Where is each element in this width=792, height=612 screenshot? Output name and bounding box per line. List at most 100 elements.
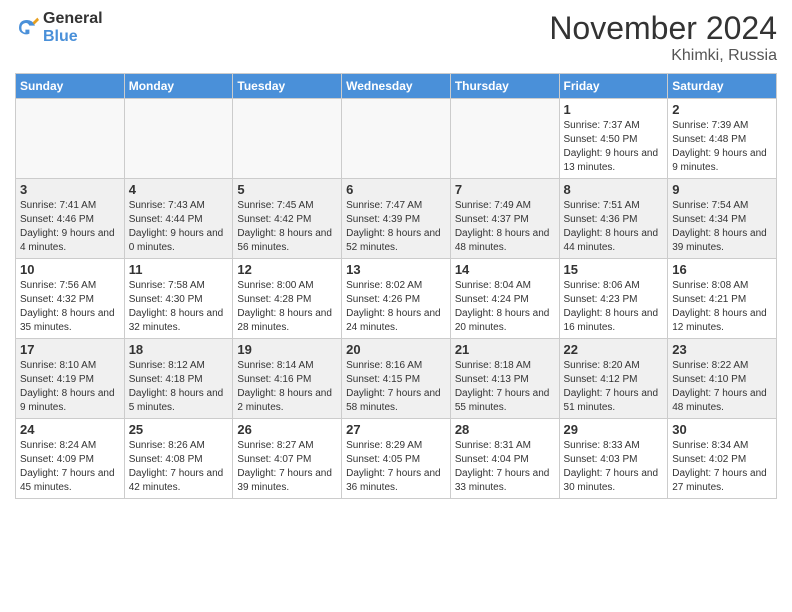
logo: General Blue: [15, 10, 103, 46]
day-number: 23: [672, 342, 772, 357]
table-row: 8 Sunrise: 7:51 AM Sunset: 4:36 PM Daylig…: [559, 179, 668, 259]
table-row: 21 Sunrise: 8:18 AM Sunset: 4:13 PM Dayli…: [450, 339, 559, 419]
day-info: Sunrise: 8:14 AM Sunset: 4:16 PM Dayligh…: [237, 359, 337, 415]
col-sunday: Sunday: [16, 74, 125, 99]
col-tuesday: Tuesday: [233, 74, 342, 99]
day-number: 26: [237, 422, 337, 437]
table-row: 2 Sunrise: 7:39 AM Sunset: 4:48 PM Daylig…: [668, 99, 777, 179]
table-row: 24 Sunrise: 8:24 AM Sunset: 4:09 PM Dayli…: [16, 419, 125, 499]
table-row: 4 Sunrise: 7:43 AM Sunset: 4:44 PM Daylig…: [124, 179, 233, 259]
logo-icon: [15, 16, 39, 40]
day-info: Sunrise: 8:31 AM Sunset: 4:04 PM Dayligh…: [455, 439, 555, 495]
day-number: 7: [455, 182, 555, 197]
day-number: 21: [455, 342, 555, 357]
table-row: 25 Sunrise: 8:26 AM Sunset: 4:08 PM Dayli…: [124, 419, 233, 499]
table-row: 6 Sunrise: 7:47 AM Sunset: 4:39 PM Daylig…: [342, 179, 451, 259]
col-thursday: Thursday: [450, 74, 559, 99]
table-row: 26 Sunrise: 8:27 AM Sunset: 4:07 PM Dayli…: [233, 419, 342, 499]
table-row: 20Sunrise: 8:16 AM Sunset: 4:15 PM Dayli…: [342, 339, 451, 419]
day-number: 29: [564, 422, 664, 437]
day-number: 30: [672, 422, 772, 437]
day-number: 10: [20, 262, 120, 277]
header: General Blue November 2024 Khimki, Russi…: [15, 10, 777, 65]
calendar-table: Sunday Monday Tuesday Wednesday Thursday…: [15, 73, 777, 499]
table-row: [124, 99, 233, 179]
day-number: 13: [346, 262, 446, 277]
day-info: Sunrise: 7:56 AM Sunset: 4:32 PM Dayligh…: [20, 279, 120, 335]
day-number: 25: [129, 422, 229, 437]
day-info: Sunrise: 8:04 AM Sunset: 4:24 PM Dayligh…: [455, 279, 555, 335]
day-number: 27: [346, 422, 446, 437]
day-number: 18: [129, 342, 229, 357]
table-row: 16Sunrise: 8:08 AM Sunset: 4:21 PM Dayli…: [668, 259, 777, 339]
day-info: Sunrise: 7:51 AM Sunset: 4:36 PM Dayligh…: [564, 199, 664, 255]
day-info: Sunrise: 8:27 AM Sunset: 4:07 PM Dayligh…: [237, 439, 337, 495]
table-row: 9Sunrise: 7:54 AM Sunset: 4:34 PM Daylig…: [668, 179, 777, 259]
table-row: 18 Sunrise: 8:12 AM Sunset: 4:18 PM Dayli…: [124, 339, 233, 419]
calendar-week-5: 24 Sunrise: 8:24 AM Sunset: 4:09 PM Dayli…: [16, 419, 777, 499]
calendar-week-4: 17 Sunrise: 8:10 AM Sunset: 4:19 PM Dayli…: [16, 339, 777, 419]
day-number: 2: [672, 102, 772, 117]
col-saturday: Saturday: [668, 74, 777, 99]
day-info: Sunrise: 7:39 AM Sunset: 4:48 PM Dayligh…: [672, 119, 772, 175]
calendar-week-1: 1 Sunrise: 7:37 AM Sunset: 4:50 PM Daylig…: [16, 99, 777, 179]
table-row: 17 Sunrise: 8:10 AM Sunset: 4:19 PM Dayli…: [16, 339, 125, 419]
day-info: Sunrise: 7:54 AM Sunset: 4:34 PM Dayligh…: [672, 199, 772, 255]
day-info: Sunrise: 7:49 AM Sunset: 4:37 PM Dayligh…: [455, 199, 555, 255]
day-info: Sunrise: 8:24 AM Sunset: 4:09 PM Dayligh…: [20, 439, 120, 495]
day-info: Sunrise: 8:18 AM Sunset: 4:13 PM Dayligh…: [455, 359, 555, 415]
col-wednesday: Wednesday: [342, 74, 451, 99]
logo-text: General Blue: [43, 10, 103, 46]
day-info: Sunrise: 7:37 AM Sunset: 4:50 PM Dayligh…: [564, 119, 664, 175]
day-info: Sunrise: 7:43 AM Sunset: 4:44 PM Dayligh…: [129, 199, 229, 255]
day-number: 14: [455, 262, 555, 277]
day-info: Sunrise: 8:29 AM Sunset: 4:05 PM Dayligh…: [346, 439, 446, 495]
day-number: 17: [20, 342, 120, 357]
day-info: Sunrise: 7:41 AM Sunset: 4:46 PM Dayligh…: [20, 199, 120, 255]
day-info: Sunrise: 8:26 AM Sunset: 4:08 PM Dayligh…: [129, 439, 229, 495]
table-row: [16, 99, 125, 179]
day-number: 28: [455, 422, 555, 437]
table-row: 10 Sunrise: 7:56 AM Sunset: 4:32 PM Dayli…: [16, 259, 125, 339]
day-info: Sunrise: 7:45 AM Sunset: 4:42 PM Dayligh…: [237, 199, 337, 255]
table-row: 30Sunrise: 8:34 AM Sunset: 4:02 PM Dayli…: [668, 419, 777, 499]
day-info: Sunrise: 8:08 AM Sunset: 4:21 PM Dayligh…: [672, 279, 772, 335]
day-info: Sunrise: 8:12 AM Sunset: 4:18 PM Dayligh…: [129, 359, 229, 415]
table-row: 22Sunrise: 8:20 AM Sunset: 4:12 PM Dayli…: [559, 339, 668, 419]
day-number: 22: [564, 342, 664, 357]
table-row: 28 Sunrise: 8:31 AM Sunset: 4:04 PM Dayli…: [450, 419, 559, 499]
table-row: [342, 99, 451, 179]
logo-general-text: General: [43, 10, 103, 28]
table-row: 12Sunrise: 8:00 AM Sunset: 4:28 PM Dayli…: [233, 259, 342, 339]
page-container: General Blue November 2024 Khimki, Russi…: [0, 0, 792, 509]
day-info: Sunrise: 8:10 AM Sunset: 4:19 PM Dayligh…: [20, 359, 120, 415]
day-number: 8: [564, 182, 664, 197]
day-info: Sunrise: 8:22 AM Sunset: 4:10 PM Dayligh…: [672, 359, 772, 415]
day-number: 6: [346, 182, 446, 197]
day-number: 1: [564, 102, 664, 117]
calendar-header-row: Sunday Monday Tuesday Wednesday Thursday…: [16, 74, 777, 99]
table-row: 19Sunrise: 8:14 AM Sunset: 4:16 PM Dayli…: [233, 339, 342, 419]
table-row: 1 Sunrise: 7:37 AM Sunset: 4:50 PM Daylig…: [559, 99, 668, 179]
table-row: 11Sunrise: 7:58 AM Sunset: 4:30 PM Dayli…: [124, 259, 233, 339]
day-info: Sunrise: 8:00 AM Sunset: 4:28 PM Dayligh…: [237, 279, 337, 335]
table-row: 3 Sunrise: 7:41 AM Sunset: 4:46 PM Daylig…: [16, 179, 125, 259]
calendar-week-2: 3 Sunrise: 7:41 AM Sunset: 4:46 PM Daylig…: [16, 179, 777, 259]
day-number: 3: [20, 182, 120, 197]
day-number: 11: [129, 262, 229, 277]
col-friday: Friday: [559, 74, 668, 99]
day-info: Sunrise: 8:33 AM Sunset: 4:03 PM Dayligh…: [564, 439, 664, 495]
day-number: 4: [129, 182, 229, 197]
day-number: 24: [20, 422, 120, 437]
day-info: Sunrise: 7:47 AM Sunset: 4:39 PM Dayligh…: [346, 199, 446, 255]
day-number: 15: [564, 262, 664, 277]
day-number: 5: [237, 182, 337, 197]
title-section: November 2024 Khimki, Russia: [549, 10, 777, 65]
logo-blue-text: Blue: [43, 28, 103, 46]
day-info: Sunrise: 8:06 AM Sunset: 4:23 PM Dayligh…: [564, 279, 664, 335]
calendar-week-3: 10 Sunrise: 7:56 AM Sunset: 4:32 PM Dayli…: [16, 259, 777, 339]
table-row: 14 Sunrise: 8:04 AM Sunset: 4:24 PM Dayli…: [450, 259, 559, 339]
table-row: 15 Sunrise: 8:06 AM Sunset: 4:23 PM Dayli…: [559, 259, 668, 339]
table-row: 23 Sunrise: 8:22 AM Sunset: 4:10 PM Dayli…: [668, 339, 777, 419]
table-row: [233, 99, 342, 179]
